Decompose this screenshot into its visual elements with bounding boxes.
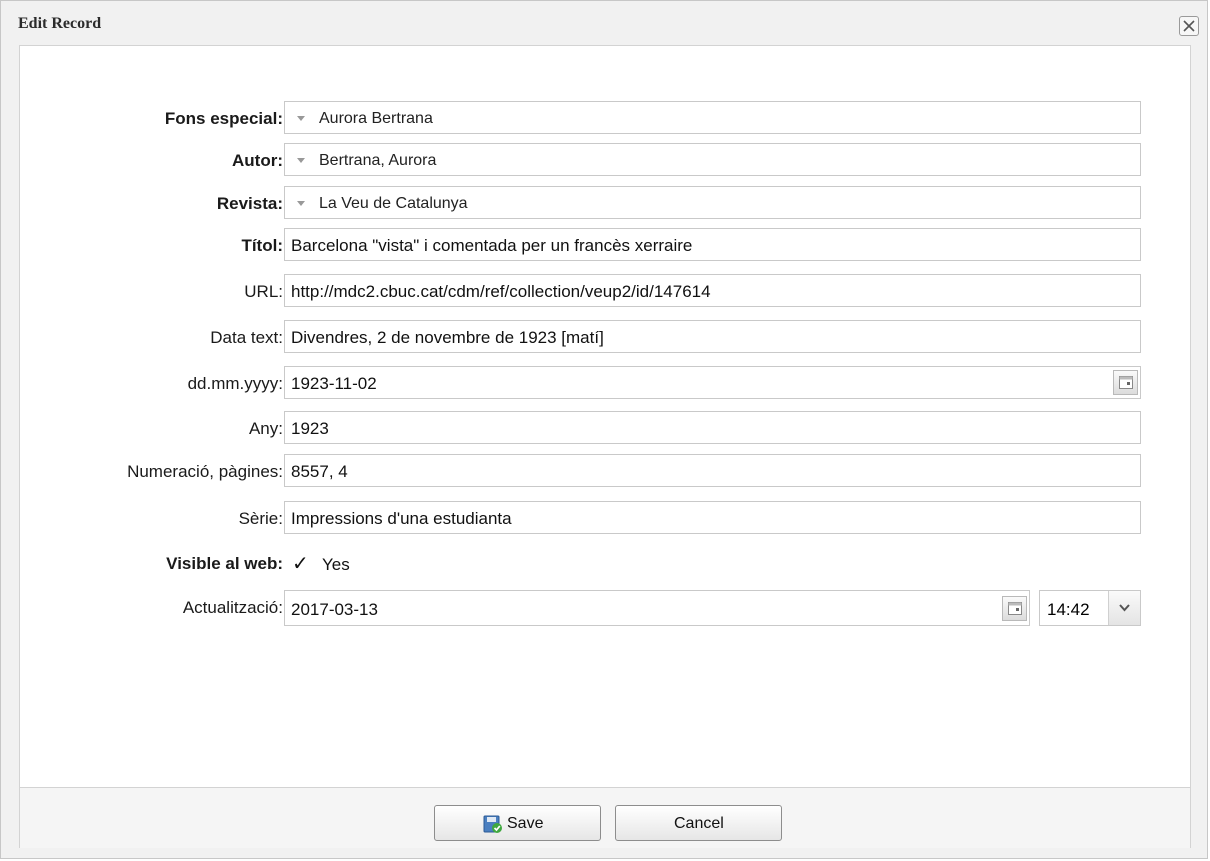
serie-input[interactable]: Impressions d'una estudianta [284, 501, 1141, 534]
label-any: Any: [248, 419, 283, 438]
row-data-text: Data text: Divendres, 2 de novembre de 1… [20, 320, 1192, 353]
form-panel: Fons especial: Aurora Bertrana Autor: Be… [19, 45, 1191, 787]
dialog-title: Edit Record [18, 15, 102, 32]
close-button[interactable] [1179, 16, 1199, 36]
cancel-button[interactable]: Cancel [615, 805, 782, 841]
save-button[interactable]: Save [434, 805, 601, 841]
row-url: URL: http://mdc2.cbuc.cat/cdm/ref/collec… [20, 274, 1192, 307]
label-titol: Títol: [241, 236, 283, 255]
row-fons-especial: Fons especial: Aurora Bertrana [20, 101, 1192, 134]
dialog-titlebar[interactable]: Edit Record [1, 1, 1207, 45]
label-actualitzacio: Actualització: [182, 598, 283, 617]
row-serie: Sèrie: Impressions d'una estudianta [20, 501, 1192, 534]
autor-combo[interactable]: Bertrana, Aurora [284, 143, 1141, 176]
save-button-label: Save [507, 815, 544, 832]
chevron-down-icon [1119, 604, 1130, 612]
data-text-input[interactable]: Divendres, 2 de novembre de 1923 [matí] [284, 320, 1141, 353]
label-numeracio: Numeració, pàgines: [127, 462, 283, 481]
dialog-footer: Save Cancel [19, 788, 1191, 848]
fons-especial-value: Aurora Bertrana [319, 110, 433, 127]
date-value: 1923-11-02 [291, 374, 377, 393]
titol-value: Barcelona "vista" i comentada per un fra… [291, 236, 693, 255]
autor-value: Bertrana, Aurora [319, 152, 437, 169]
revista-value: La Veu de Catalunya [319, 195, 468, 212]
row-date: dd.mm.yyyy: 1923-11-02 [20, 366, 1192, 399]
numeracio-value: 8557, 4 [291, 462, 348, 481]
actualitzacio-time-select[interactable]: 14:42 [1039, 590, 1141, 626]
close-icon [1183, 20, 1195, 32]
check-icon[interactable]: ✓ [292, 551, 309, 576]
label-url: URL: [244, 282, 283, 301]
any-value: 1923 [291, 419, 329, 438]
row-autor: Autor: Bertrana, Aurora [20, 143, 1192, 176]
fons-especial-combo[interactable]: Aurora Bertrana [284, 101, 1141, 134]
actualitzacio-time-value: 14:42 [1047, 600, 1090, 619]
titol-input[interactable]: Barcelona "vista" i comentada per un fra… [284, 228, 1141, 261]
row-visible-web: Visible al web: ✓ Yes [20, 546, 1192, 579]
caret-down-icon [297, 116, 305, 121]
row-numeracio: Numeració, pàgines: 8557, 4 [20, 454, 1192, 487]
url-input[interactable]: http://mdc2.cbuc.cat/cdm/ref/collection/… [284, 274, 1141, 307]
label-data-text: Data text: [210, 328, 283, 347]
any-input[interactable]: 1923 [284, 411, 1141, 444]
data-text-value: Divendres, 2 de novembre de 1923 [matí] [291, 328, 604, 347]
save-icon [483, 815, 502, 833]
label-revista: Revista: [216, 194, 283, 213]
edit-record-dialog: Edit Record Fons especial: Aurora Bertra… [0, 0, 1208, 859]
calendar-icon [1008, 602, 1022, 615]
actualitzacio-date-picker-button[interactable] [1002, 596, 1027, 621]
numeracio-input[interactable]: 8557, 4 [284, 454, 1141, 487]
row-actualitzacio: Actualització: 2017-03-13 14:42 [20, 590, 1192, 626]
date-picker-button[interactable] [1113, 370, 1138, 395]
row-titol: Títol: Barcelona "vista" i comentada per… [20, 228, 1192, 261]
label-autor: Autor: [232, 151, 283, 170]
row-revista: Revista: La Veu de Catalunya [20, 186, 1192, 219]
caret-down-icon [297, 158, 305, 163]
caret-down-icon [297, 201, 305, 206]
serie-value: Impressions d'una estudianta [291, 509, 512, 528]
row-any: Any: 1923 [20, 411, 1192, 444]
url-value: http://mdc2.cbuc.cat/cdm/ref/collection/… [291, 282, 711, 301]
visible-web-value: Yes [322, 555, 350, 574]
label-date: dd.mm.yyyy: [187, 374, 283, 393]
actualitzacio-date-value: 2017-03-13 [291, 600, 378, 619]
time-dropdown-button[interactable] [1108, 591, 1140, 625]
actualitzacio-date-input[interactable]: 2017-03-13 [284, 590, 1030, 626]
label-visible-web: Visible al web: [166, 554, 283, 573]
calendar-icon [1119, 376, 1133, 389]
label-serie: Sèrie: [238, 509, 283, 528]
revista-combo[interactable]: La Veu de Catalunya [284, 186, 1141, 219]
label-fons-especial: Fons especial: [164, 109, 283, 128]
cancel-button-label: Cancel [674, 815, 724, 832]
date-input[interactable]: 1923-11-02 [284, 366, 1141, 399]
